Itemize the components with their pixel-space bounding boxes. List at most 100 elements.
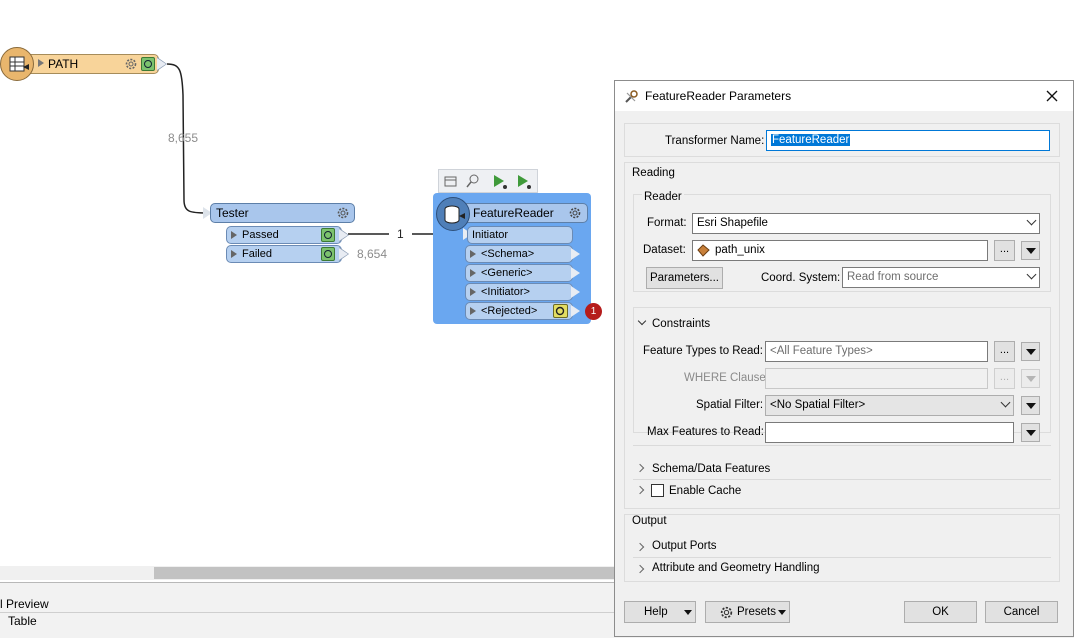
path-expand-icon[interactable] bbox=[38, 59, 44, 67]
featurereader-gear-icon[interactable] bbox=[568, 206, 582, 220]
spatial-chevron-down-icon bbox=[1000, 397, 1011, 408]
schema-output-icon[interactable] bbox=[571, 248, 580, 260]
transformer-name-label: Transformer Name: bbox=[665, 135, 765, 147]
dataset-browse-button[interactable]: ... bbox=[994, 240, 1015, 261]
where-clause-browse-button: ... bbox=[994, 368, 1015, 389]
spatial-filter-label: Spatial Filter: bbox=[696, 399, 764, 411]
transformer-name-value: FeatureReader bbox=[771, 134, 851, 146]
schema-data-features-label[interactable]: Schema/Data Features bbox=[652, 463, 770, 475]
featurereader-parameters-dialog: FeatureReader Parameters Transformer Nam… bbox=[614, 80, 1074, 637]
reading-title: Reading bbox=[632, 167, 675, 179]
initiator-output-icon[interactable] bbox=[571, 286, 580, 298]
dialog-title: FeatureReader Parameters bbox=[645, 89, 792, 103]
format-select[interactable]: Esri Shapefile bbox=[692, 213, 1040, 234]
canvas-horizontal-scrollbar[interactable] bbox=[0, 566, 614, 580]
path-gear-icon[interactable] bbox=[124, 57, 138, 71]
reader-table-icon bbox=[0, 47, 34, 81]
output-title: Output bbox=[632, 515, 667, 527]
enable-cache-checkbox[interactable] bbox=[651, 484, 664, 497]
spatial-filter-menu-button[interactable] bbox=[1021, 396, 1040, 415]
reader-title: Reader bbox=[642, 191, 684, 203]
node-mini-toolbar bbox=[438, 169, 538, 193]
tester-passed-label: Passed bbox=[242, 229, 279, 241]
cache-expand-icon[interactable] bbox=[635, 485, 645, 495]
generic-output-port[interactable]: <Generic> bbox=[465, 264, 573, 282]
attribute-geometry-label[interactable]: Attribute and Geometry Handling bbox=[652, 562, 819, 574]
dataset-shape-icon bbox=[697, 244, 710, 257]
featurereader-label: FeatureReader bbox=[473, 206, 554, 220]
presets-button[interactable]: Presets bbox=[705, 601, 790, 623]
feature-types-label: Feature Types to Read: bbox=[643, 345, 763, 357]
constraints-title[interactable]: Constraints bbox=[652, 318, 710, 330]
where-clause-label: WHERE Clause: bbox=[684, 372, 769, 384]
dataset-input[interactable]: path_unix bbox=[692, 240, 988, 261]
feature-types-menu-button[interactable] bbox=[1021, 342, 1040, 361]
initiator-input-port[interactable]: Initiator bbox=[467, 226, 573, 244]
passed-feature-count: 1 bbox=[397, 227, 404, 241]
output-ports-expand-icon[interactable] bbox=[635, 542, 645, 552]
preview-table-tab[interactable]: Table bbox=[8, 614, 37, 628]
generic-port-label: <Generic> bbox=[481, 267, 533, 279]
rejected-inspect-icon[interactable] bbox=[553, 304, 568, 318]
coord-chevron-down-icon bbox=[1026, 269, 1037, 280]
coord-system-select[interactable]: Read from source bbox=[842, 267, 1040, 288]
dataset-value: path_unix bbox=[715, 244, 765, 256]
help-dropdown-icon bbox=[684, 610, 692, 615]
path-node-label: PATH bbox=[48, 57, 79, 71]
ok-button[interactable]: OK bbox=[904, 601, 977, 623]
help-button[interactable]: Help bbox=[624, 601, 696, 623]
spatial-filter-value: <No Spatial Filter> bbox=[770, 399, 866, 411]
format-label: Format: bbox=[647, 217, 687, 229]
path-inspect-icon[interactable] bbox=[141, 57, 155, 71]
generic-output-icon[interactable] bbox=[571, 267, 580, 279]
max-features-input[interactable] bbox=[765, 422, 1014, 443]
dialog-titlebar[interactable]: FeatureReader Parameters bbox=[615, 81, 1073, 111]
dataset-label: Dataset: bbox=[643, 244, 686, 256]
format-value: Esri Shapefile bbox=[697, 217, 768, 229]
schema-expand-icon[interactable] bbox=[635, 463, 645, 473]
attr-geom-expand-icon[interactable] bbox=[635, 564, 645, 574]
parameters-button[interactable]: Parameters... bbox=[646, 267, 723, 289]
close-icon[interactable] bbox=[1045, 89, 1059, 103]
scrollbar-thumb[interactable] bbox=[154, 567, 614, 579]
initiator-input-label: Initiator bbox=[472, 229, 509, 241]
rejected-count-badge: 1 bbox=[585, 303, 602, 320]
tester-failed-label: Failed bbox=[242, 248, 272, 260]
format-chevron-down-icon bbox=[1026, 215, 1037, 226]
presets-label: Presets bbox=[737, 606, 776, 618]
spatial-filter-select[interactable]: <No Spatial Filter> bbox=[765, 395, 1014, 416]
inspect-cache-icon[interactable] bbox=[465, 173, 481, 189]
tester-header[interactable]: Tester bbox=[210, 203, 355, 223]
feature-types-browse-button[interactable]: ... bbox=[994, 341, 1015, 362]
dataset-menu-button[interactable] bbox=[1021, 241, 1040, 260]
presets-dropdown-icon bbox=[778, 610, 786, 615]
initiator-port-label: <Initiator> bbox=[481, 286, 530, 298]
transformer-name-input[interactable]: FeatureReader bbox=[766, 130, 1050, 151]
preview-panel-title: l Preview bbox=[0, 597, 49, 611]
failed-inspect-icon[interactable] bbox=[321, 247, 335, 261]
where-clause-input bbox=[765, 368, 988, 389]
path-tester-feature-count: 8,655 bbox=[168, 131, 199, 145]
failed-feature-count: 8,654 bbox=[357, 247, 388, 261]
feature-types-input[interactable]: <All Feature Types> bbox=[765, 341, 988, 362]
rejected-port-label: <Rejected> bbox=[481, 305, 538, 317]
cancel-button[interactable]: Cancel bbox=[985, 601, 1058, 623]
coord-system-label: Coord. System: bbox=[761, 272, 841, 284]
where-clause-menu-button bbox=[1021, 369, 1040, 388]
max-features-label: Max Features to Read: bbox=[647, 426, 764, 438]
rejected-output-icon[interactable] bbox=[571, 305, 580, 317]
max-features-menu-button[interactable] bbox=[1021, 423, 1040, 442]
schema-output-port[interactable]: <Schema> bbox=[465, 245, 573, 263]
run-from-this-icon[interactable] bbox=[515, 173, 533, 191]
run-to-this-icon[interactable] bbox=[491, 173, 509, 191]
help-label: Help bbox=[644, 606, 668, 618]
coord-system-placeholder: Read from source bbox=[847, 271, 939, 283]
initiator-output-port[interactable]: <Initiator> bbox=[465, 283, 573, 301]
schema-port-label: <Schema> bbox=[481, 248, 535, 260]
transformer-name-group: Transformer Name: FeatureReader bbox=[624, 123, 1060, 157]
output-ports-label[interactable]: Output Ports bbox=[652, 540, 717, 552]
open-cache-icon[interactable] bbox=[443, 173, 459, 189]
tester-gear-icon[interactable] bbox=[336, 206, 350, 220]
workspace-canvas[interactable]: PATH 8,655 Tester Passed Failed 1 8,654 bbox=[0, 0, 614, 580]
passed-inspect-icon[interactable] bbox=[321, 228, 335, 242]
